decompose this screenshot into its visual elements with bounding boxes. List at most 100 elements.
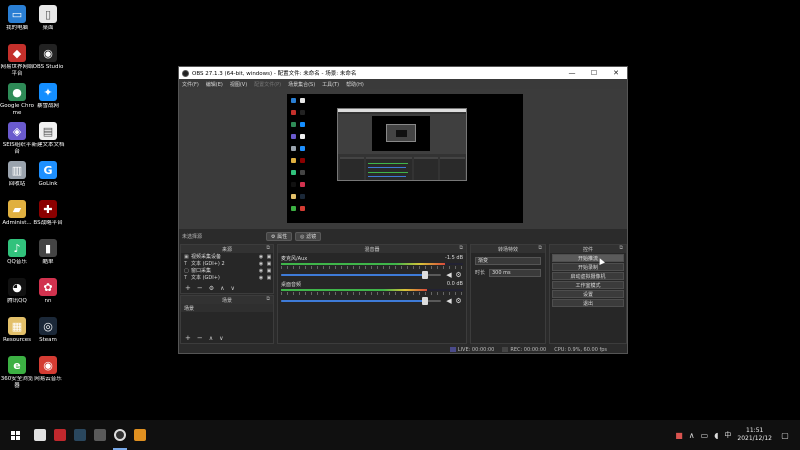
transition-select[interactable]: 渐变 <box>475 256 541 265</box>
desktop-shortcut[interactable]: ▭ 我的电脑 <box>0 5 34 32</box>
clock-date: 2021/12/12 <box>737 435 772 442</box>
volume-slider-knob[interactable] <box>422 270 428 279</box>
lock-icon[interactable]: ▣ <box>265 275 273 281</box>
desktop-shortcut[interactable]: ▰ Administ... <box>0 200 34 227</box>
source-item[interactable]: T 文本 (GDI+) 2 ◉ ▣ <box>181 260 273 268</box>
eye-icon[interactable]: ◉ <box>257 261 265 267</box>
desktop-shortcut-label: SEIS组织平台 <box>2 142 32 155</box>
desktop-shortcut[interactable]: ◈ SEIS组织平台 <box>0 122 34 155</box>
desktop-shortcut[interactable]: ✚ BS战略平台 <box>31 200 65 227</box>
taskbar-app-button[interactable] <box>90 420 110 450</box>
gear-icon[interactable]: ⚙ <box>454 297 463 305</box>
control-button[interactable]: 启动虚拟摄像机 <box>552 272 624 280</box>
eye-icon[interactable]: ◉ <box>257 268 265 274</box>
add-scene-button[interactable]: + <box>185 334 191 342</box>
gear-icon[interactable]: ⚙ <box>454 271 463 279</box>
volume-slider[interactable] <box>281 270 441 279</box>
scene-item[interactable]: 场景 <box>181 304 273 312</box>
menu-item[interactable]: 编辑(E) <box>206 81 223 88</box>
desktop-shortcut[interactable]: ◎ Steam <box>31 317 65 344</box>
desktop-shortcut[interactable]: ▥ 回收站 <box>0 161 34 188</box>
mirror-computer-icon <box>291 98 296 103</box>
eye-icon[interactable]: ◉ <box>257 275 265 281</box>
taskbar-app-button[interactable] <box>30 420 50 450</box>
menu-item[interactable]: 文件(F) <box>182 81 199 88</box>
notification-icon[interactable]: ▢ <box>778 428 792 442</box>
control-button[interactable]: 退出 <box>552 299 624 307</box>
remove-scene-button[interactable]: − <box>197 334 203 342</box>
menu-item[interactable]: 视图(V) <box>230 81 247 88</box>
source-item[interactable]: T 文本 (GDI+) ◉ ▣ <box>181 274 273 282</box>
menu-item[interactable]: 配置文件(P) <box>254 81 281 88</box>
store-icon <box>34 429 46 441</box>
control-button[interactable]: 设置 <box>552 290 624 298</box>
menu-item[interactable]: 场景集合(S) <box>288 81 315 88</box>
source-name: 窗口采集 <box>191 268 212 274</box>
source-properties-button[interactable]: ⚙ <box>209 285 214 292</box>
dock-float-icon[interactable]: ⧉ <box>266 245 270 251</box>
desktop-shortcut[interactable]: ◆ 网易世界网络平台 <box>0 44 34 77</box>
move-scene-up-button[interactable]: ∧ <box>209 335 213 342</box>
lock-icon[interactable]: ▣ <box>265 254 273 260</box>
tray-app-icon[interactable]: ■ <box>675 431 683 440</box>
volume-slider[interactable] <box>281 296 441 305</box>
volume-slider-knob[interactable] <box>422 296 428 305</box>
desktop-shortcut[interactable]: ✦ 暴雪战网 <box>31 83 65 110</box>
desktop-shortcut[interactable]: ◕ 腾讯QQ <box>0 278 34 305</box>
desktop-shortcut[interactable]: ◉ OBS Studio <box>31 44 65 71</box>
close-button[interactable]: ✕ <box>605 67 627 79</box>
mirror-obs-icon <box>300 110 305 115</box>
title-bar[interactable]: OBS 27.1.3 (64-bit, windows) - 配置文件: 未命名… <box>179 67 627 79</box>
desktop-shortcut[interactable]: ✿ nn <box>31 278 65 305</box>
ime-indicator[interactable]: 中 <box>724 430 731 440</box>
add-source-button[interactable]: + <box>185 284 191 292</box>
clock[interactable]: 11:51 2021/12/12 <box>737 427 772 443</box>
source-item[interactable]: ▢ 窗口采集 ◉ ▣ <box>181 267 273 275</box>
desktop-shortcut[interactable]: e 360安全浏览器 <box>0 356 34 389</box>
taskbar-app-button[interactable] <box>50 420 70 450</box>
properties-button[interactable]: ⚙ 属性 <box>266 232 293 241</box>
menu-item[interactable]: 工具(T) <box>322 81 339 88</box>
start-button[interactable] <box>0 420 30 450</box>
taskbar-app-button[interactable] <box>70 420 90 450</box>
mirror-text-file-icon <box>300 134 305 139</box>
taskbar-app-button[interactable] <box>130 420 150 450</box>
show-hidden-icons-icon[interactable]: ∧ <box>689 431 695 440</box>
desktop-shortcut[interactable]: ♪ QQ音乐 <box>0 239 34 266</box>
control-button[interactable]: 工作室模式 <box>552 281 624 289</box>
dock-float-icon[interactable]: ⧉ <box>266 296 270 302</box>
kudan-icon: ▮ <box>39 239 57 257</box>
source-item[interactable]: ▣ 视频采集设备 ◉ ▣ <box>181 253 273 261</box>
dock-float-icon[interactable]: ⧉ <box>619 245 623 251</box>
mirror-nn-icon <box>300 182 305 187</box>
desktop-shortcut[interactable]: ▦ Resources <box>0 317 34 344</box>
preview-canvas[interactable] <box>287 94 523 223</box>
taskbar-app-button[interactable] <box>110 420 130 450</box>
move-source-down-button[interactable]: ∨ <box>231 285 235 292</box>
move-source-up-button[interactable]: ∧ <box>220 285 224 292</box>
maximize-button[interactable]: ☐ <box>583 67 605 79</box>
speaker-icon[interactable]: ◖ <box>714 431 718 440</box>
desktop-shortcut[interactable]: ◉ 网易云音乐 <box>31 356 65 383</box>
desktop-shortcut[interactable]: ▤ 新建文本文档 <box>31 122 65 149</box>
control-button[interactable]: 开始录制 <box>552 263 624 271</box>
speaker-icon[interactable]: ◀ <box>444 297 454 305</box>
lock-icon[interactable]: ▣ <box>265 268 273 274</box>
filters-button[interactable]: ◎ 滤镜 <box>295 232 322 241</box>
desktop-shortcut[interactable]: G GoLink <box>31 161 65 188</box>
dock-float-icon[interactable]: ⧉ <box>459 245 463 251</box>
speaker-icon[interactable]: ◀ <box>444 271 454 279</box>
control-button[interactable]: 开始推流 <box>552 254 624 262</box>
minimize-button[interactable]: — <box>561 67 583 79</box>
menu-item[interactable]: 帮助(H) <box>346 81 364 88</box>
duration-input[interactable]: 300 ms <box>489 268 541 277</box>
desktop-shortcut[interactable]: ● Google Chrome <box>0 83 34 116</box>
remove-source-button[interactable]: − <box>197 284 203 292</box>
desktop-shortcut[interactable]: ▯ 桌面 <box>31 5 65 32</box>
eye-icon[interactable]: ◉ <box>257 254 265 260</box>
lock-icon[interactable]: ▣ <box>265 261 273 267</box>
desktop-shortcut[interactable]: ▮ 酷单 <box>31 239 65 266</box>
network-icon[interactable]: ▭ <box>701 431 709 440</box>
move-scene-down-button[interactable]: ∨ <box>219 335 223 342</box>
dock-float-icon[interactable]: ⧉ <box>538 245 542 251</box>
